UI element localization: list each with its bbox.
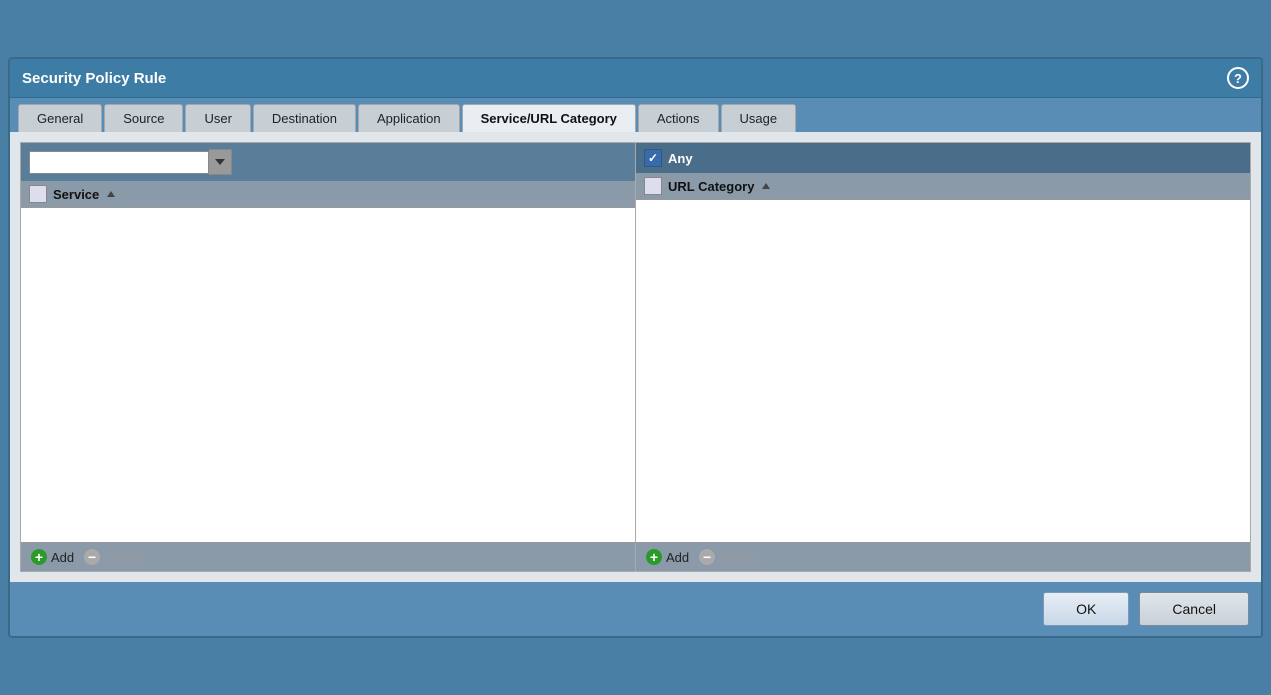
service-panel-content bbox=[21, 208, 635, 542]
service-delete-icon: − bbox=[84, 549, 100, 565]
tab-user[interactable]: User bbox=[185, 104, 250, 132]
dialog-body: application-default Service + Add bbox=[10, 132, 1261, 582]
url-category-sort-icon bbox=[762, 183, 770, 189]
url-category-col-checkbox[interactable] bbox=[644, 177, 662, 195]
url-category-delete-button[interactable]: − Delete bbox=[699, 549, 757, 565]
tab-application[interactable]: Application bbox=[358, 104, 460, 132]
tab-source[interactable]: Source bbox=[104, 104, 183, 132]
url-category-col-header-text: URL Category bbox=[668, 179, 754, 194]
security-policy-rule-dialog: Security Policy Rule ? GeneralSourceUser… bbox=[8, 57, 1263, 638]
dialog-footer: OK Cancel bbox=[10, 582, 1261, 636]
ok-button[interactable]: OK bbox=[1043, 592, 1129, 626]
service-add-icon: + bbox=[31, 549, 47, 565]
dropdown-arrow-icon bbox=[215, 159, 225, 165]
tab-usage[interactable]: Usage bbox=[721, 104, 797, 132]
service-col-header: Service bbox=[21, 181, 635, 208]
service-panel-footer: + Add − Delete bbox=[21, 542, 635, 571]
service-add-label: Add bbox=[51, 550, 74, 565]
url-category-add-button[interactable]: + Add bbox=[646, 549, 689, 565]
service-dropdown-button[interactable] bbox=[209, 149, 232, 175]
any-checkbox[interactable]: ✓ bbox=[644, 149, 662, 167]
url-category-panel-content bbox=[636, 200, 1250, 542]
dialog-title: Security Policy Rule bbox=[22, 70, 166, 87]
help-icon[interactable]: ? bbox=[1227, 67, 1249, 89]
service-col-header-text: Service bbox=[53, 187, 99, 202]
url-category-panel: ✓ Any URL Category + Add − bbox=[636, 143, 1250, 571]
service-panel: application-default Service + Add bbox=[21, 143, 636, 571]
url-category-col-header: URL Category bbox=[636, 173, 1250, 200]
any-row: ✓ Any bbox=[636, 143, 1250, 173]
any-label: Any bbox=[668, 151, 693, 166]
url-category-delete-icon: − bbox=[699, 549, 715, 565]
content-area: application-default Service + Add bbox=[20, 142, 1251, 572]
tab-bar: GeneralSourceUserDestinationApplicationS… bbox=[10, 98, 1261, 132]
url-category-add-icon: + bbox=[646, 549, 662, 565]
service-delete-button[interactable]: − Delete bbox=[84, 549, 142, 565]
tab-service-url-category[interactable]: Service/URL Category bbox=[462, 104, 636, 132]
service-col-checkbox[interactable] bbox=[29, 185, 47, 203]
cancel-button[interactable]: Cancel bbox=[1139, 592, 1249, 626]
service-select-input[interactable]: application-default bbox=[29, 151, 209, 174]
url-category-delete-label: Delete bbox=[719, 550, 757, 565]
dialog-header: Security Policy Rule ? bbox=[10, 59, 1261, 98]
select-wrapper: application-default bbox=[29, 149, 232, 175]
tab-actions[interactable]: Actions bbox=[638, 104, 719, 132]
tab-destination[interactable]: Destination bbox=[253, 104, 356, 132]
service-select-row: application-default bbox=[21, 143, 635, 181]
service-delete-label: Delete bbox=[104, 550, 142, 565]
service-add-button[interactable]: + Add bbox=[31, 549, 74, 565]
service-sort-icon bbox=[107, 191, 115, 197]
url-category-add-label: Add bbox=[666, 550, 689, 565]
url-category-panel-footer: + Add − Delete bbox=[636, 542, 1250, 571]
checkmark-icon: ✓ bbox=[648, 152, 658, 164]
tab-general[interactable]: General bbox=[18, 104, 102, 132]
